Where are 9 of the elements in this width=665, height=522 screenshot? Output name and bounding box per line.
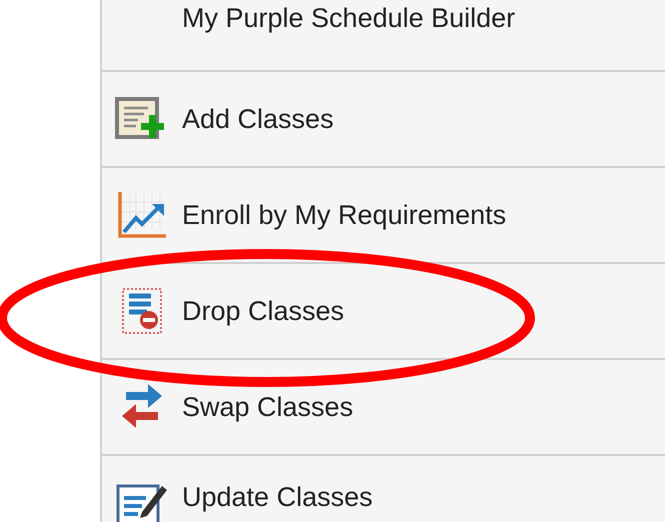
menu-item[interactable]: Update Classes — [182, 482, 373, 513]
menu-item[interactable]: Add Classes — [182, 104, 334, 134]
document-minus-icon — [121, 287, 163, 335]
menu-item[interactable]: Drop Classes — [182, 296, 344, 326]
menu-item[interactable]: My Purple Schedule Builder — [182, 0, 516, 36]
menu-item[interactable]: Swap Classes — [182, 392, 354, 422]
menu-item[interactable]: Enroll by My Requirements — [182, 200, 506, 230]
swap-arrows-icon — [120, 384, 164, 430]
line-chart-icon — [116, 190, 168, 240]
